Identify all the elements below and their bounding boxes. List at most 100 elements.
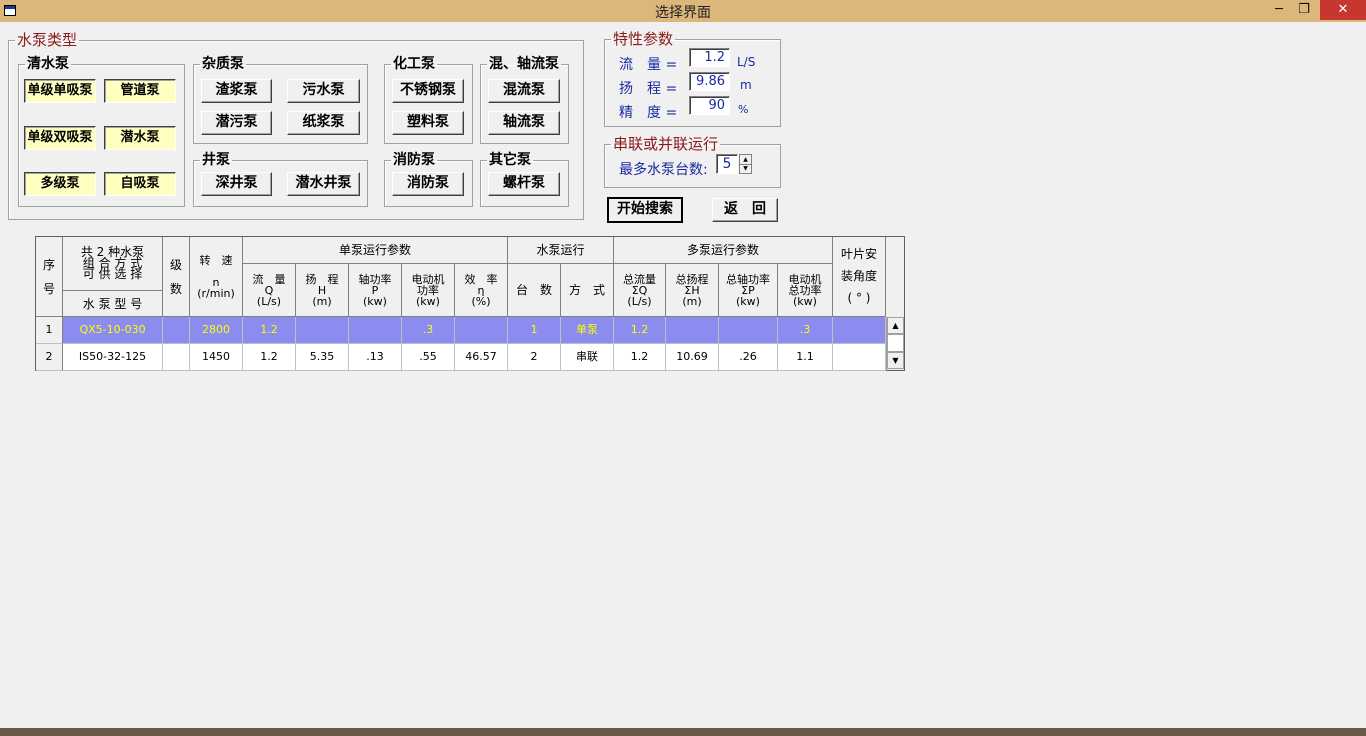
- header-mode: 方 式: [561, 264, 614, 317]
- cell-efficiency[interactable]: 46.57: [455, 344, 508, 371]
- header-multi-pump: 多泵运行参数: [614, 237, 833, 264]
- max-pumps-input[interactable]: 5: [716, 154, 738, 174]
- cell-speed[interactable]: 2800: [190, 317, 243, 344]
- pipeline-pump-button[interactable]: 管道泵: [104, 79, 176, 103]
- cell-speed[interactable]: 1450: [190, 344, 243, 371]
- header-count: 台 数: [508, 264, 561, 317]
- flow-label: 流 量 =: [619, 57, 678, 73]
- cell-motor-power[interactable]: .3: [402, 317, 455, 344]
- axial-flow-pump-button[interactable]: 轴流泵: [488, 111, 560, 135]
- pulp-pump-button[interactable]: 纸浆泵: [287, 111, 360, 135]
- submersible-pump-button[interactable]: 潜水泵: [104, 126, 176, 150]
- cell-stage[interactable]: [163, 317, 190, 344]
- fire-pump-button[interactable]: 消防泵: [392, 172, 464, 196]
- cell-efficiency[interactable]: [455, 317, 508, 344]
- submersible-sewage-button[interactable]: 潜污泵: [201, 111, 272, 135]
- cell-total-shaft-power[interactable]: [719, 317, 778, 344]
- head-label: 扬 程 =: [619, 81, 678, 97]
- cell-total-head[interactable]: 10.69: [666, 344, 719, 371]
- cell-total-motor-power[interactable]: .3: [778, 317, 833, 344]
- slurry-pump-button[interactable]: 渣浆泵: [201, 79, 272, 103]
- header-shaft-power: 轴功率 P (kw): [349, 264, 402, 317]
- cell-head[interactable]: 5.35: [296, 344, 349, 371]
- results-grid[interactable]: 序 号 共 2 种水泵 组 合 方 式 可 供 选 择 水 泵 型 号 级 数 …: [35, 236, 905, 371]
- window-title: 选择界面: [655, 5, 711, 21]
- flow-input[interactable]: 1.2: [689, 48, 730, 67]
- scroll-up-icon[interactable]: ▲: [887, 317, 904, 334]
- restore-button[interactable]: ❐: [1291, 0, 1317, 20]
- max-pumps-label: 最多水泵台数:: [619, 162, 708, 178]
- spin-down-icon[interactable]: ▼: [740, 164, 751, 173]
- precision-input[interactable]: 90: [689, 96, 730, 115]
- taskbar: [0, 728, 1366, 736]
- cell-flow[interactable]: 1.2: [243, 317, 296, 344]
- header-total-head: 总扬程 ΣH (m): [666, 264, 719, 317]
- head-input[interactable]: 9.86: [689, 72, 730, 91]
- cell-flow[interactable]: 1.2: [243, 344, 296, 371]
- cell-total-shaft-power[interactable]: .26: [719, 344, 778, 371]
- header-combo: 共 2 种水泵 组 合 方 式 可 供 选 择: [63, 237, 163, 291]
- back-button[interactable]: 返 回: [712, 198, 778, 222]
- cell-seq[interactable]: 2: [36, 344, 63, 371]
- well-legend: 井泵: [202, 152, 230, 168]
- plastic-pump-button[interactable]: 塑料泵: [392, 111, 464, 135]
- clear-water-legend: 清水泵: [27, 56, 69, 72]
- cell-mode[interactable]: 单泵: [561, 317, 614, 344]
- screw-pump-button[interactable]: 螺杆泵: [488, 172, 560, 196]
- pump-type-legend: 水泵类型: [17, 31, 78, 49]
- cell-count[interactable]: 2: [508, 344, 561, 371]
- parameters-legend: 特性参数: [613, 30, 674, 48]
- header-single-pump: 单泵运行参数: [243, 237, 508, 264]
- cell-total-flow[interactable]: 1.2: [614, 317, 666, 344]
- precision-unit: %: [738, 103, 749, 116]
- cell-mode[interactable]: 串联: [561, 344, 614, 371]
- mixed-axial-legend: 混、轴流泵: [489, 56, 559, 72]
- header-flow: 流 量 Q (L/s): [243, 264, 296, 317]
- single-stage-double-suction-button[interactable]: 单级双吸泵: [24, 126, 96, 150]
- header-pump-run: 水泵运行: [508, 237, 614, 264]
- series-parallel-legend: 串联或并联运行: [613, 135, 719, 153]
- deep-well-pump-button[interactable]: 深井泵: [201, 172, 272, 196]
- header-total-motor-power: 电动机 总功率 (kw): [778, 264, 833, 317]
- flow-unit: L/S: [737, 55, 756, 69]
- precision-label: 精 度 =: [619, 105, 678, 121]
- cell-total-motor-power[interactable]: 1.1: [778, 344, 833, 371]
- close-button[interactable]: ✕: [1320, 0, 1366, 20]
- header-blade-angle: 叶片安 装角度 ( ° ): [833, 237, 886, 317]
- cell-shaft-power[interactable]: .13: [349, 344, 402, 371]
- cell-blade-angle[interactable]: [833, 317, 886, 344]
- header-head: 扬 程 H (m): [296, 264, 349, 317]
- self-priming-pump-button[interactable]: 自吸泵: [104, 172, 176, 196]
- cell-shaft-power[interactable]: [349, 317, 402, 344]
- cell-head[interactable]: [296, 317, 349, 344]
- cell-model[interactable]: QX5-10-030: [63, 317, 163, 344]
- start-search-button[interactable]: 开始搜索: [607, 197, 683, 223]
- grid-scrollbar[interactable]: ▲ ▼: [886, 317, 904, 370]
- minimize-button[interactable]: ─: [1266, 0, 1292, 20]
- title-bar: 选择界面 ─ ❐ ✕: [0, 0, 1366, 22]
- stainless-steel-pump-button[interactable]: 不锈钢泵: [392, 79, 464, 103]
- header-model: 水 泵 型 号: [63, 291, 163, 317]
- sewage-pump-button[interactable]: 污水泵: [287, 79, 360, 103]
- header-total-shaft-power: 总轴功率 ΣP (kw): [719, 264, 778, 317]
- cell-stage[interactable]: [163, 344, 190, 371]
- cell-model[interactable]: IS50-32-125: [63, 344, 163, 371]
- mixed-flow-pump-button[interactable]: 混流泵: [488, 79, 560, 103]
- cell-count[interactable]: 1: [508, 317, 561, 344]
- scroll-thumb[interactable]: [887, 334, 904, 352]
- cell-blade-angle[interactable]: [833, 344, 886, 371]
- single-stage-single-suction-button[interactable]: 单级单吸泵: [24, 79, 96, 103]
- chemical-legend: 化工泵: [393, 56, 435, 72]
- submersible-well-pump-button[interactable]: 潜水井泵: [287, 172, 360, 196]
- max-pumps-spinner[interactable]: ▲ ▼: [739, 154, 752, 174]
- cell-total-head[interactable]: [666, 317, 719, 344]
- header-speed: 转 速 n (r/min): [190, 237, 243, 317]
- cell-seq[interactable]: 1: [36, 317, 63, 344]
- cell-motor-power[interactable]: .55: [402, 344, 455, 371]
- impurity-legend: 杂质泵: [202, 56, 244, 72]
- multi-stage-pump-button[interactable]: 多级泵: [24, 172, 96, 196]
- header-efficiency: 效 率 η (%): [455, 264, 508, 317]
- header-total-flow: 总流量 ΣQ (L/s): [614, 264, 666, 317]
- scroll-down-icon[interactable]: ▼: [887, 352, 904, 369]
- cell-total-flow[interactable]: 1.2: [614, 344, 666, 371]
